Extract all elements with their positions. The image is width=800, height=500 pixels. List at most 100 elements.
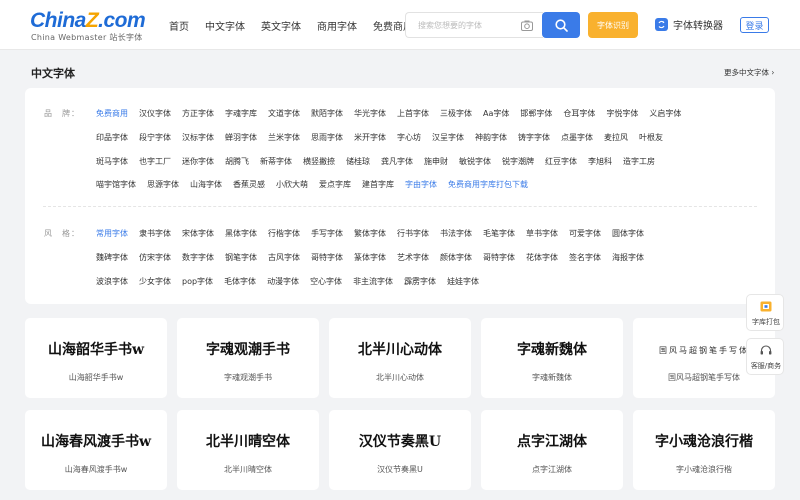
filter-tag[interactable]: 喵宇馆字体	[96, 179, 136, 191]
filter-tag[interactable]: 常用字体	[96, 228, 128, 240]
filter-tag[interactable]: 书法字体	[440, 228, 472, 240]
font-pack-float-button[interactable]: 字库打包	[746, 294, 784, 331]
filter-tag[interactable]: 颜体字体	[440, 252, 472, 264]
filter-tag[interactable]: 锐字潮牌	[502, 156, 534, 168]
filter-tag[interactable]: 爱点字库	[319, 179, 351, 191]
camera-icon[interactable]	[521, 20, 533, 31]
font-card[interactable]: 北半川心动体 北半川心动体	[329, 318, 471, 398]
font-card[interactable]: 北半川晴空体 北半川晴空体	[177, 410, 319, 490]
chinaz-logo[interactable]: ChinaZ.com China Webmaster 站长字体	[30, 9, 150, 42]
filter-tag[interactable]: 签名字体	[569, 252, 601, 264]
filter-tag[interactable]: 手写字体	[311, 228, 343, 240]
filter-tag[interactable]: 默陌字体	[311, 108, 343, 120]
filter-tag[interactable]: 横竖撇捺	[303, 156, 335, 168]
filter-tag[interactable]: 字心坊	[397, 132, 421, 144]
filter-tag[interactable]: 数字字体	[182, 252, 214, 264]
filter-tag[interactable]: 海报字体	[612, 252, 644, 264]
filter-tag[interactable]: pop字体	[182, 276, 213, 288]
filter-tag[interactable]: 文道字体	[268, 108, 300, 120]
filter-tag[interactable]: 行楷字体	[268, 228, 300, 240]
filter-tag[interactable]: 印品字体	[96, 132, 128, 144]
filter-tag[interactable]: 黑体字体	[225, 228, 257, 240]
filter-tag[interactable]: 点墨字体	[561, 132, 593, 144]
filter-tag[interactable]: 霹雳字体	[404, 276, 436, 288]
filter-tag[interactable]: 宋体字体	[182, 228, 214, 240]
filter-tag[interactable]: 段宁字体	[139, 132, 171, 144]
filter-tag[interactable]: 魏碑字体	[96, 252, 128, 264]
filter-tag[interactable]: 麦拉风	[604, 132, 628, 144]
more-chinese-fonts-link[interactable]: 更多中文字体 ›	[724, 67, 774, 78]
font-card[interactable]: 汉仪节奏黑U 汉仪节奏黑U	[329, 410, 471, 490]
customer-service-float-button[interactable]: 客服/商务	[746, 338, 784, 375]
filter-tag[interactable]: 龚凡字体	[381, 156, 413, 168]
filter-tag[interactable]: 艺术字体	[397, 252, 429, 264]
filter-tag[interactable]: 少女字体	[139, 276, 171, 288]
font-converter-link[interactable]: 字体转换器	[655, 17, 723, 32]
nav-home[interactable]: 首页	[169, 18, 189, 33]
filter-tag[interactable]: 建首字库	[362, 179, 394, 191]
filter-tag[interactable]: 仓耳字体	[563, 108, 595, 120]
filter-tag[interactable]: 神韵字体	[475, 132, 507, 144]
filter-tag[interactable]: 储桂琼	[346, 156, 370, 168]
filter-tag[interactable]: 花体字体	[526, 252, 558, 264]
filter-tag[interactable]: 汉标字体	[182, 132, 214, 144]
filter-tag[interactable]: 上首字体	[397, 108, 429, 120]
filter-tag[interactable]: 哥特字体	[311, 252, 343, 264]
filter-tag[interactable]: 方正字体	[182, 108, 214, 120]
filter-tag[interactable]: 兰米字体	[268, 132, 300, 144]
filter-tag[interactable]: 字由字体	[405, 179, 437, 191]
filter-tag[interactable]: 字悦字体	[606, 108, 638, 120]
filter-tag[interactable]: 思雨字体	[311, 132, 343, 144]
filter-tag[interactable]: 迷你字体	[182, 156, 214, 168]
filter-tag[interactable]: 华光字体	[354, 108, 386, 120]
filter-tag[interactable]: 敏锐字体	[459, 156, 491, 168]
filter-tag[interactable]: 可爱字体	[569, 228, 601, 240]
filter-tag[interactable]: 免费商用	[96, 108, 128, 120]
filter-tag[interactable]: 仿宋字体	[139, 252, 171, 264]
filter-tag[interactable]: 毛笔字体	[483, 228, 515, 240]
filter-tag[interactable]: 香蕉灵感	[233, 179, 265, 191]
filter-tag[interactable]: 免费商用字库打包下载	[448, 179, 528, 191]
filter-tag[interactable]: 毛体字体	[224, 276, 256, 288]
filter-tag[interactable]: 非主流字体	[353, 276, 393, 288]
filter-tag[interactable]: 娃娃字体	[447, 276, 479, 288]
font-card[interactable]: 字魂新魏体 字魂新魏体	[481, 318, 623, 398]
font-card[interactable]: 字小魂沧浪行楷 字小魂沧浪行楷	[633, 410, 775, 490]
search-input[interactable]	[418, 18, 518, 32]
filter-tag[interactable]: 行书字体	[397, 228, 429, 240]
filter-tag[interactable]: 小欣大萌	[276, 179, 308, 191]
filter-tag[interactable]: 胡腾飞	[225, 156, 249, 168]
filter-tag[interactable]: 隶书字体	[139, 228, 171, 240]
filter-tag[interactable]: 字魂字库	[225, 108, 257, 120]
filter-tag[interactable]: 新蒂字体	[260, 156, 292, 168]
filter-tag[interactable]: 叶根友	[639, 132, 663, 144]
filter-tag[interactable]: 施申财	[424, 156, 448, 168]
filter-tag[interactable]: 圆体字体	[612, 228, 644, 240]
login-button[interactable]: 登录	[740, 17, 769, 33]
filter-tag[interactable]: 义启字体	[649, 108, 681, 120]
filter-tag[interactable]: 红豆字体	[545, 156, 577, 168]
filter-tag[interactable]: 斑马字体	[96, 156, 128, 168]
filter-tag[interactable]: 蝉羽字体	[225, 132, 257, 144]
filter-tag[interactable]: 汉仪字体	[139, 108, 171, 120]
filter-tag[interactable]: 繁体字体	[354, 228, 386, 240]
nav-chinese-fonts[interactable]: 中文字体	[205, 18, 245, 33]
filter-tag[interactable]: 李旭科	[588, 156, 612, 168]
filter-tag[interactable]: 波浪字体	[96, 276, 128, 288]
font-card[interactable]: 点字江湖体 点字江湖体	[481, 410, 623, 490]
filter-tag[interactable]: 造字工房	[623, 156, 655, 168]
filter-tag[interactable]: 山海字体	[190, 179, 222, 191]
font-card[interactable]: 山海春风渡手书w 山海春风渡手书w	[25, 410, 167, 490]
filter-tag[interactable]: 空心字体	[310, 276, 342, 288]
nav-english-fonts[interactable]: 英文字体	[261, 18, 301, 33]
filter-tag[interactable]: 古风字体	[268, 252, 300, 264]
font-recognition-button[interactable]: 字体识别	[588, 12, 638, 38]
filter-tag[interactable]: 钢笔字体	[225, 252, 257, 264]
font-card[interactable]: 山海韶华手书w 山海韶华手书w	[25, 318, 167, 398]
search-button[interactable]	[542, 12, 580, 38]
filter-tag[interactable]: 思源字体	[147, 179, 179, 191]
filter-tag[interactable]: 也字工厂	[139, 156, 171, 168]
filter-tag[interactable]: 草书字体	[526, 228, 558, 240]
filter-tag[interactable]: 三极字体	[440, 108, 472, 120]
filter-tag[interactable]: 邯郸字体	[520, 108, 552, 120]
